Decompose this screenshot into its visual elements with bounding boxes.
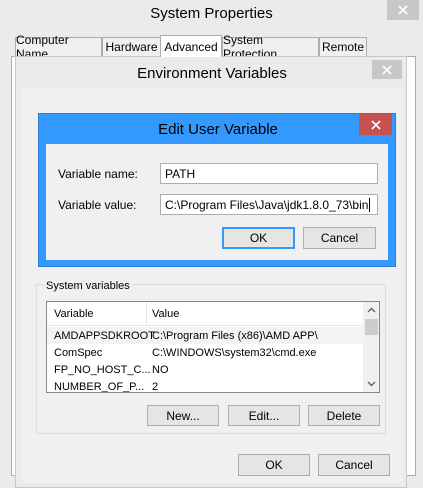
variable-value-input[interactable]: C:\Program Files\Java\jdk1.8.0_73\bin [160, 194, 378, 215]
environment-variables-close-button[interactable] [372, 60, 402, 79]
table-row[interactable]: FP_NO_HOST_C... NO [47, 361, 363, 378]
close-icon [370, 119, 381, 130]
edit-dialog-client: Variable name: PATH Variable value: C:\P… [46, 144, 388, 260]
vertical-scrollbar[interactable] [363, 302, 379, 392]
text-cursor [369, 197, 371, 212]
scroll-down-button[interactable] [363, 375, 379, 392]
new-button[interactable]: New... [147, 405, 219, 426]
variable-value-text: C:\Program Files\Java\jdk1.8.0_73\bin [165, 197, 369, 212]
tab-label: Advanced [164, 39, 218, 54]
cell-variable: AMDAPPSDKROOT [54, 329, 155, 342]
edit-dialog-title: Edit User Variable [158, 121, 278, 138]
edit-button[interactable]: Edit... [228, 405, 300, 426]
tab-remote[interactable]: Remote [319, 37, 367, 56]
ok-button[interactable]: OK [238, 454, 310, 476]
scroll-down-icon [367, 381, 376, 387]
environment-variables-title: Environment Variables [137, 65, 287, 82]
tab-hardware[interactable]: Hardware [102, 37, 161, 56]
variable-value-label: Variable value: [58, 198, 137, 212]
edit-cancel-button[interactable]: Cancel [303, 227, 376, 249]
table-row[interactable]: AMDAPPSDKROOT C:\Program Files (x86)\AMD… [47, 327, 363, 344]
system-properties-close-button[interactable] [387, 0, 419, 20]
edit-dialog-close-button[interactable] [359, 114, 392, 135]
cell-value: C:\WINDOWS\system32\cmd.exe [152, 346, 317, 359]
variable-name-label: Variable name: [58, 167, 138, 181]
edit-user-variable-dialog: Edit User Variable Variable name: PATH V… [38, 113, 396, 267]
tab-computer-name[interactable]: Computer Name [15, 33, 102, 61]
close-icon [382, 64, 392, 75]
tab-label: Hardware [105, 40, 158, 54]
scroll-thumb[interactable] [365, 319, 378, 335]
cell-value: NO [152, 363, 169, 376]
cell-variable: ComSpec [54, 346, 103, 359]
cell-variable: NUMBER_OF_P... [54, 380, 145, 393]
tab-advanced[interactable]: Advanced [160, 35, 222, 57]
list-header: Variable Value [47, 302, 363, 326]
cell-value: 2 [152, 380, 159, 393]
column-divider [146, 302, 147, 325]
table-row[interactable]: ComSpec C:\WINDOWS\system32\cmd.exe [47, 344, 363, 361]
close-icon [398, 5, 408, 15]
edit-ok-button[interactable]: OK [222, 227, 295, 249]
tab-system-protection[interactable]: System Protection [222, 33, 319, 61]
column-header-value[interactable]: Value [152, 308, 179, 320]
delete-button[interactable]: Delete [308, 405, 380, 426]
table-row[interactable]: NUMBER_OF_P... 2 [47, 378, 363, 393]
system-properties-title: System Properties [150, 5, 273, 22]
scroll-up-button[interactable] [363, 302, 379, 319]
scroll-up-icon [367, 307, 376, 313]
system-variables-list[interactable]: Variable Value AMDAPPSDKROOT C:\Program … [46, 301, 380, 393]
system-variables-label: System variables [44, 280, 132, 292]
cell-value: C:\Program Files (x86)\AMD APP\ [152, 329, 318, 342]
cancel-button[interactable]: Cancel [318, 454, 390, 476]
column-header-variable[interactable]: Variable [54, 308, 94, 320]
variable-name-input[interactable]: PATH [160, 163, 378, 184]
tab-label: Remote [321, 40, 365, 54]
cell-variable: FP_NO_HOST_C... [54, 363, 151, 376]
